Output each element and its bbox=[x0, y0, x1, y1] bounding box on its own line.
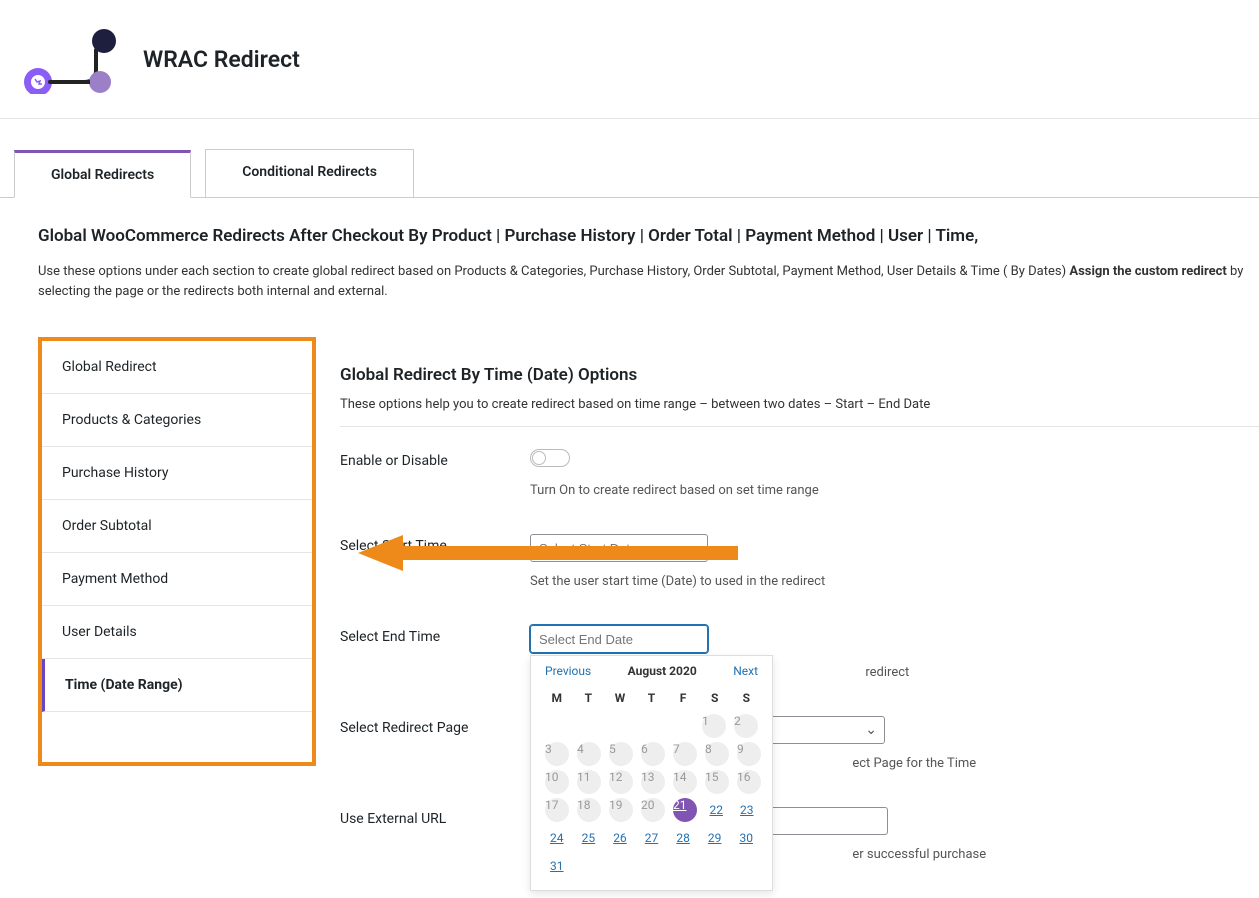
datepicker-next[interactable]: Next bbox=[733, 664, 758, 678]
plugin-title: WRAC Redirect bbox=[143, 46, 300, 73]
datepicker-dow: W bbox=[604, 684, 636, 712]
tab-conditional-redirects[interactable]: Conditional Redirects bbox=[205, 149, 414, 197]
label-start-time: Select Start Time bbox=[340, 534, 530, 554]
sidebar-item-time-date-range[interactable]: Time (Date Range) bbox=[42, 659, 312, 712]
content-pane: Global WooCommerce Redirects After Check… bbox=[0, 198, 1259, 898]
datepicker-day: 11 bbox=[577, 770, 601, 794]
datepicker-day: 12 bbox=[609, 770, 633, 794]
tabs: Global Redirects Conditional Redirects bbox=[14, 149, 1259, 197]
help-page-fragment: ect Page for the Time bbox=[852, 756, 976, 771]
sidebar-item-products-categories[interactable]: Products & Categories bbox=[42, 394, 312, 447]
sidebar-item-purchase-history[interactable]: Purchase History bbox=[42, 447, 312, 500]
datepicker-day: 10 bbox=[545, 770, 569, 794]
sidebar-item-user-details[interactable]: User Details bbox=[42, 606, 312, 659]
datepicker-day[interactable]: 26 bbox=[613, 831, 627, 845]
settings-sidebar: Global Redirect Products & Categories Pu… bbox=[38, 337, 316, 766]
datepicker-dow: F bbox=[667, 684, 699, 712]
page-title: Global WooCommerce Redirects After Check… bbox=[38, 226, 1259, 246]
datepicker-day[interactable]: 22 bbox=[710, 803, 724, 817]
datepicker-day[interactable]: 23 bbox=[740, 803, 754, 817]
toggle-enable[interactable] bbox=[530, 449, 570, 467]
datepicker-dow: M bbox=[541, 684, 573, 712]
section-title: Global Redirect By Time (Date) Options bbox=[340, 365, 1259, 385]
help-end-fragment: redirect bbox=[865, 665, 909, 680]
datepicker-dow: S bbox=[730, 684, 762, 712]
datepicker-day: 17 bbox=[545, 798, 569, 822]
datepicker-day[interactable]: 24 bbox=[550, 831, 564, 845]
datepicker-month: August 2020 bbox=[628, 664, 697, 678]
datepicker-day: 13 bbox=[641, 770, 665, 794]
help-enable: Turn On to create redirect based on set … bbox=[530, 483, 1259, 498]
datepicker-day[interactable]: 21 bbox=[673, 798, 697, 822]
datepicker-day: 1 bbox=[702, 714, 726, 738]
datepicker-day: 6 bbox=[641, 742, 665, 766]
datepicker-day: 18 bbox=[577, 798, 601, 822]
label-external-url: Use External URL bbox=[340, 807, 530, 827]
help-start: Set the user start time (Date) to used i… bbox=[530, 574, 1259, 589]
datepicker-day[interactable]: 30 bbox=[740, 831, 754, 845]
datepicker-day[interactable]: 31 bbox=[550, 859, 564, 873]
datepicker-day: 15 bbox=[705, 770, 729, 794]
datepicker-day[interactable]: 27 bbox=[645, 831, 659, 845]
datepicker-popup[interactable]: Previous August 2020 Next MTWTFSS1234567… bbox=[530, 655, 773, 891]
page-desc-bold: Assign the custom redirect bbox=[1069, 264, 1226, 279]
datepicker-day[interactable]: 28 bbox=[676, 831, 690, 845]
datepicker-day: 8 bbox=[705, 742, 729, 766]
plugin-logo bbox=[14, 24, 129, 94]
page-description: Use these options under each section to … bbox=[38, 262, 1259, 301]
label-end-time: Select End Time bbox=[340, 625, 530, 645]
datepicker-day: 14 bbox=[673, 770, 697, 794]
plugin-header: WRAC Redirect bbox=[0, 0, 1259, 118]
datepicker-day: 9 bbox=[737, 742, 761, 766]
help-ext-fragment: er successful purchase bbox=[852, 847, 986, 862]
datepicker-day: 5 bbox=[609, 742, 633, 766]
input-end-date[interactable] bbox=[530, 625, 708, 653]
tab-global-redirects[interactable]: Global Redirects bbox=[14, 150, 191, 198]
datepicker-day: 3 bbox=[545, 742, 569, 766]
label-redirect-page: Select Redirect Page bbox=[340, 716, 530, 736]
label-enable: Enable or Disable bbox=[340, 449, 530, 469]
datepicker-dow: T bbox=[636, 684, 668, 712]
datepicker-day: 20 bbox=[641, 798, 665, 822]
sidebar-item-order-subtotal[interactable]: Order Subtotal bbox=[42, 500, 312, 553]
settings-main: Global Redirect By Time (Date) Options T… bbox=[340, 337, 1259, 898]
section-subtitle: These options help you to create redirec… bbox=[340, 397, 1259, 412]
datepicker-dow: S bbox=[699, 684, 731, 712]
sidebar-item-global-redirect[interactable]: Global Redirect bbox=[42, 341, 312, 394]
input-start-date[interactable] bbox=[530, 534, 708, 562]
datepicker-day[interactable]: 29 bbox=[708, 831, 722, 845]
datepicker-day: 2 bbox=[734, 714, 758, 738]
datepicker-day[interactable]: 25 bbox=[582, 831, 596, 845]
datepicker-day: 4 bbox=[577, 742, 601, 766]
datepicker-dow: T bbox=[573, 684, 605, 712]
datepicker-day: 7 bbox=[673, 742, 697, 766]
datepicker-day: 16 bbox=[737, 770, 761, 794]
datepicker-prev[interactable]: Previous bbox=[545, 664, 591, 678]
sidebar-item-payment-method[interactable]: Payment Method bbox=[42, 553, 312, 606]
page-desc-a: Use these options under each section to … bbox=[38, 264, 1069, 279]
datepicker-day: 19 bbox=[609, 798, 633, 822]
